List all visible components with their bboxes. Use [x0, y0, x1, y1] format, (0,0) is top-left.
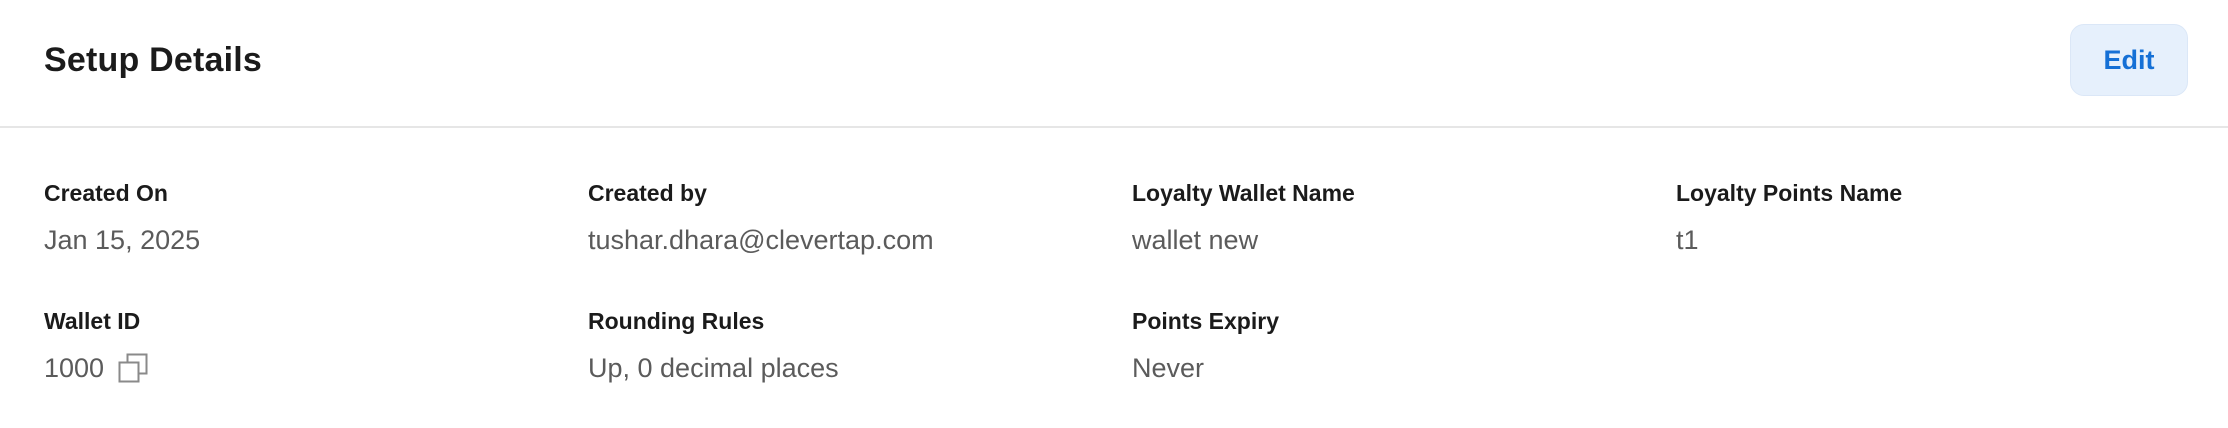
created-by-value: tushar.dhara@clevertap.com [588, 225, 934, 255]
field-points-expiry: Points Expiry Never [1132, 306, 1652, 385]
edit-button[interactable]: Edit [2070, 24, 2188, 96]
field-label: Loyalty Points Name [1676, 180, 1903, 206]
page-title: Setup Details [44, 41, 262, 79]
card-header: Setup Details Edit [0, 0, 2228, 128]
wallet-id-value: 1000 [44, 353, 105, 383]
field-created-by: Created by tushar.dhara@clevertap.com [588, 178, 1108, 257]
loyalty-wallet-name-value: wallet new [1132, 225, 1259, 255]
field-label: Points Expiry [1132, 308, 1279, 334]
loyalty-points-name-value: t1 [1676, 225, 1699, 255]
field-value: wallet new [1132, 223, 1652, 257]
field-value: Up, 0 decimal places [588, 351, 1108, 385]
field-label: Rounding Rules [588, 308, 765, 334]
created-on-value: Jan 15, 2025 [44, 225, 201, 255]
field-label: Created On [44, 180, 168, 206]
field-label: Loyalty Wallet Name [1132, 180, 1355, 206]
copy-icon[interactable] [116, 351, 150, 385]
field-loyalty-points-name: Loyalty Points Name t1 [1676, 178, 2196, 257]
rounding-rules-value: Up, 0 decimal places [588, 353, 839, 383]
setup-details-card: Setup Details Edit Created On Jan 15, 20… [0, 0, 2228, 428]
field-created-on: Created On Jan 15, 2025 [44, 178, 564, 257]
field-value: t1 [1676, 223, 2196, 257]
field-value: 1000 [44, 351, 564, 385]
field-loyalty-wallet-name: Loyalty Wallet Name wallet new [1132, 178, 1652, 257]
field-value: Jan 15, 2025 [44, 223, 564, 257]
field-wallet-id: Wallet ID 1000 [44, 306, 564, 385]
field-label: Wallet ID [44, 308, 141, 334]
field-rounding-rules: Rounding Rules Up, 0 decimal places [588, 306, 1108, 385]
points-expiry-value: Never [1132, 353, 1205, 383]
field-value: Never [1132, 351, 1652, 385]
field-value: tushar.dhara@clevertap.com [588, 223, 1108, 257]
field-label: Created by [588, 180, 707, 206]
